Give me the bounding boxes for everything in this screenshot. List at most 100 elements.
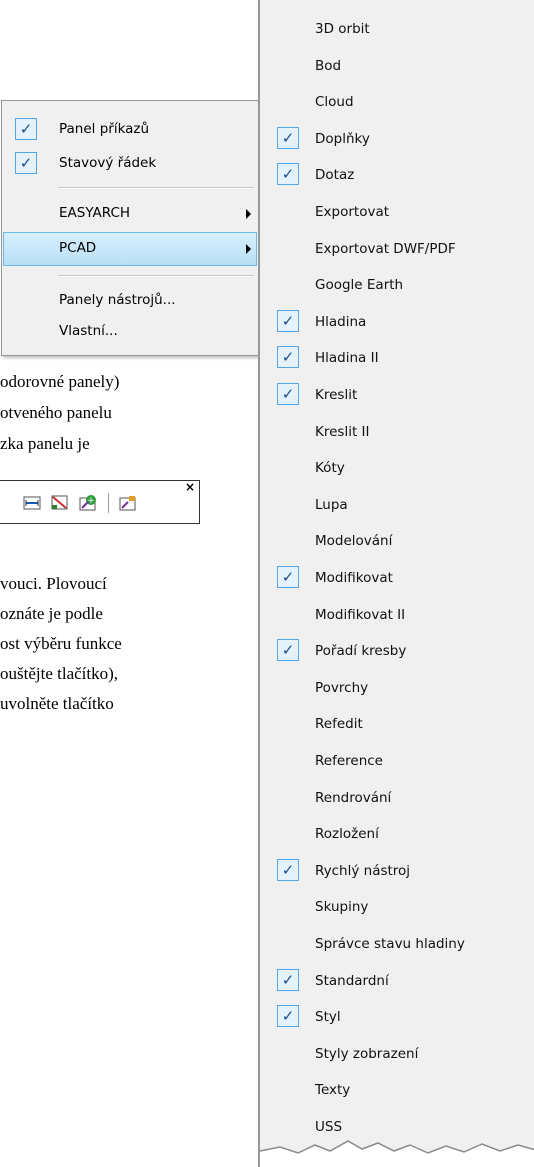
toolbar-list-item-label: Exportovat DWF/PDF [315, 240, 456, 257]
toolbar-list-item-label: Reference [315, 753, 383, 769]
menu-item-vlastni[interactable]: Vlastní... [3, 315, 257, 349]
checkmark-icon: ✓ [277, 968, 299, 991]
toolbar-list-item-label: Styly zobrazení [315, 1045, 419, 1062]
toolbar-list-item[interactable]: ✓ Hladina [260, 305, 534, 341]
toolbar-list-item-label: Dotaz [315, 167, 355, 184]
edit-block-icon[interactable] [118, 494, 138, 512]
menu-item-label: Panely nástrojů... [59, 292, 176, 308]
menu-item-panely-nastroju[interactable]: Panely nástrojů... [3, 284, 257, 318]
toolbar-list-item[interactable]: Kreslit II [260, 415, 534, 451]
menu-item-pcad[interactable]: PCAD [3, 232, 257, 266]
toolbar-list-item-label: Styl [315, 1009, 341, 1026]
toolbar-list-item[interactable]: Modifikovat II [260, 598, 534, 634]
toolbar-list-item[interactable]: Refedit [260, 707, 534, 743]
menu-item-label: Stavový řádek [59, 155, 157, 171]
toolbar-list-item[interactable]: ✓ Dotaz [260, 158, 534, 194]
menu-item-panel-prikazu[interactable]: ✓ Panel příkazů [3, 113, 257, 147]
checkmark-icon: ✓ [277, 126, 299, 149]
checkmark-icon: ✓ [277, 858, 299, 881]
toolbar-list-item-label: Kreslit [315, 387, 358, 403]
toolbar-list-item-label: Modifikovat II [315, 606, 406, 623]
toolbar-list-item[interactable]: ✓ Rychlý nástroj [260, 854, 534, 890]
toolbar-list-item[interactable]: Reference [260, 744, 534, 780]
checkmark-icon: ✓ [277, 639, 299, 662]
doc-line: ost výběru funkce [0, 634, 122, 653]
toolbar-list-item[interactable]: Skupiny [260, 890, 534, 926]
checkmark-icon: ✓ [277, 1005, 299, 1028]
toolbar-list-item[interactable]: Lupa [260, 488, 534, 524]
submenu-arrow-icon [246, 209, 251, 219]
menu-item-label: Panel příkazů [59, 121, 150, 137]
toolbar-list-item[interactable]: Texty [260, 1073, 534, 1109]
toolbar-list-item[interactable]: Google Earth [260, 268, 534, 304]
menu-item-label: PCAD [59, 240, 97, 256]
toolbar-list-item[interactable]: Exportovat [260, 195, 534, 231]
checkmark-icon: ✓ [15, 152, 37, 174]
toolbar-list-item-label: Lupa [315, 496, 348, 513]
doc-line: zka panelu je [0, 434, 90, 453]
toolbar-list-item-label: Rychlý nástroj [315, 862, 411, 879]
add-block-icon[interactable]: + [78, 494, 98, 512]
svg-text:+: + [87, 496, 95, 506]
toolbar-list-item-label: Modelování [315, 533, 393, 550]
toolbar-list-item-label: Modifikovat [315, 570, 393, 586]
toolbar-list-item-label: Povrchy [315, 679, 369, 696]
floating-toolbar: + × [0, 480, 200, 524]
toolbar-list-item-label: Texty [315, 1082, 351, 1099]
select-window-icon[interactable] [50, 494, 70, 512]
toolbar-list-item-label: Cloud [315, 94, 354, 111]
toolbar-list-item[interactable]: Styly zobrazení [260, 1037, 534, 1073]
toolbar-list-item-label: 3D orbit [315, 21, 370, 37]
checkmark-icon: ✓ [277, 163, 299, 186]
toolbar-list-item[interactable]: 3D orbit [260, 12, 534, 48]
menu-item-label: EASYARCH [59, 205, 131, 221]
toolbar-list-item[interactable]: ✓ Hladina II [260, 341, 534, 377]
submenu-arrow-icon [246, 244, 251, 254]
toolbar-list-item-label: Rendrování [315, 789, 392, 806]
toolbar-list-item-label: Doplňky [315, 130, 370, 147]
torn-edge-decoration [260, 1140, 534, 1167]
menu-item-stavovy-radek[interactable]: ✓ Stavový řádek [3, 147, 257, 181]
doc-line: ouštějte tlačítko), [0, 664, 119, 683]
toolbar-list-item[interactable]: Kóty [260, 451, 534, 487]
doc-line: vouci. Plovoucí [0, 574, 107, 593]
checkmark-icon: ✓ [277, 383, 299, 405]
toolbar-list-item[interactable]: Rozložení [260, 817, 534, 853]
doc-line: otveného panelu [0, 403, 112, 422]
toolbar-separator [108, 493, 109, 513]
toolbar-list-item[interactable]: Cloud [260, 85, 534, 121]
menu-item-easyarch[interactable]: EASYARCH [3, 197, 257, 231]
close-icon[interactable]: × [185, 481, 195, 493]
toolbar-list-item-label: Hladina II [315, 350, 379, 367]
menu-item-label: Vlastní... [59, 323, 118, 339]
doc-line: odorovné panely) [0, 372, 120, 391]
toolbar-list-item-label: Kóty [315, 460, 345, 477]
toolbar-list-item[interactable]: Rendrování [260, 781, 534, 817]
toolbar-list-item[interactable]: Bod [260, 49, 534, 85]
dimension-icon[interactable] [22, 494, 42, 512]
toolbar-list-item[interactable]: Modelování [260, 524, 534, 560]
toolbar-list-item-label: Skupiny [315, 899, 369, 916]
menu-separator [58, 187, 254, 189]
toolbar-list-item[interactable]: ✓ Standardní [260, 964, 534, 1000]
toolbar-list-item-label: Správce stavu hladiny [315, 936, 465, 952]
toolbar-list-item[interactable]: ✓ Pořadí kresby [260, 634, 534, 670]
toolbar-list-item[interactable]: ✓ Doplňky [260, 122, 534, 158]
toolbar-list-item-label: Kreslit II [315, 423, 370, 440]
toolbar-list-item-label: Refedit [315, 716, 363, 733]
checkmark-icon: ✓ [277, 346, 299, 369]
toolbar-list-item-label: Hladina [315, 313, 367, 330]
context-menu: ✓ Panel příkazů ✓ Stavový řádek EASYARCH… [1, 100, 263, 356]
checkmark-icon: ✓ [277, 566, 299, 588]
toolbar-list-item[interactable]: ✓ Modifikovat [260, 561, 534, 597]
toolbar-list-item[interactable]: ✓ Styl [260, 1000, 534, 1036]
toolbar-list-menu: 3D orbit Bod Cloud ✓ Doplňky ✓ Dotaz Exportovat… [258, 0, 534, 1167]
toolbar-list-item[interactable]: Povrchy [260, 671, 534, 707]
toolbar-list-item[interactable]: Exportovat DWF/PDF [260, 232, 534, 268]
menu-separator [58, 275, 254, 277]
toolbar-list-item[interactable]: ✓ Kreslit [260, 378, 534, 414]
toolbar-list-item-label: Standardní [315, 972, 389, 989]
toolbar-list-item-label: Pořadí kresby [315, 643, 407, 660]
toolbar-list-item-label: Google Earth [315, 277, 404, 294]
toolbar-list-item[interactable]: Správce stavu hladiny [260, 927, 534, 963]
